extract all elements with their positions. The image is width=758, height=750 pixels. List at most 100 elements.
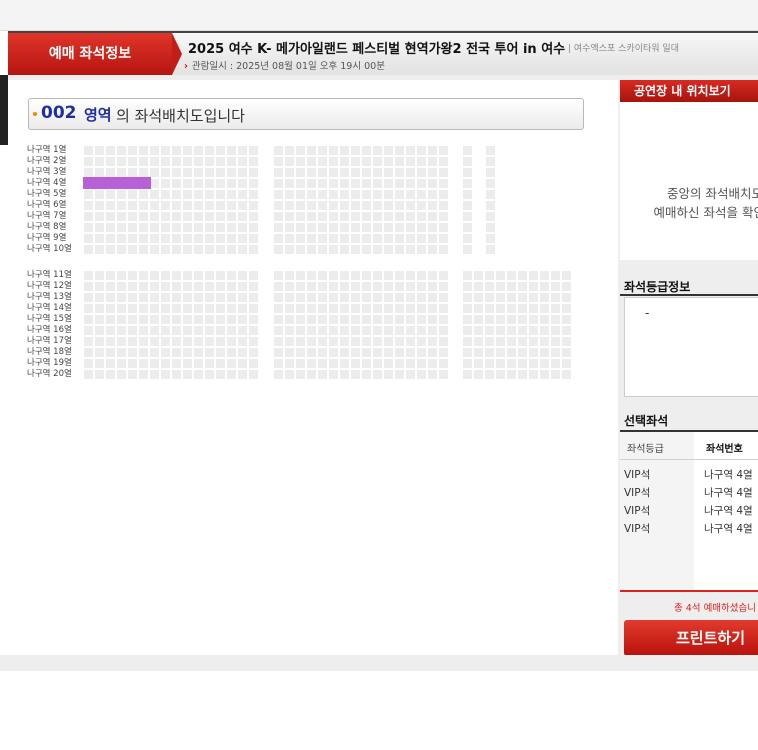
- seat[interactable]: [428, 337, 437, 346]
- seat[interactable]: [351, 315, 360, 324]
- seat[interactable]: [406, 271, 415, 280]
- seat[interactable]: [95, 190, 104, 199]
- seat[interactable]: [95, 245, 104, 254]
- seat[interactable]: [329, 234, 338, 243]
- seat[interactable]: [384, 146, 393, 155]
- seat[interactable]: [351, 348, 360, 357]
- seat[interactable]: [428, 348, 437, 357]
- seat[interactable]: [249, 370, 258, 379]
- seat[interactable]: [406, 234, 415, 243]
- seat[interactable]: [183, 315, 192, 324]
- seat[interactable]: [227, 293, 236, 302]
- seat[interactable]: [485, 348, 494, 357]
- seat[interactable]: [318, 146, 327, 155]
- seat[interactable]: [205, 245, 214, 254]
- seat[interactable]: [274, 337, 283, 346]
- seat[interactable]: [106, 337, 115, 346]
- seat[interactable]: [318, 337, 327, 346]
- seat[interactable]: [227, 304, 236, 313]
- seat[interactable]: [307, 179, 316, 188]
- seat[interactable]: [486, 212, 495, 221]
- seat[interactable]: [384, 190, 393, 199]
- seat[interactable]: [117, 326, 126, 335]
- seat[interactable]: [373, 146, 382, 155]
- seat[interactable]: [139, 282, 148, 291]
- seat[interactable]: [474, 304, 483, 313]
- seat[interactable]: [95, 168, 104, 177]
- seat[interactable]: [439, 245, 448, 254]
- seat[interactable]: [562, 315, 571, 324]
- seat[interactable]: [172, 337, 181, 346]
- seat[interactable]: [417, 223, 426, 232]
- seat[interactable]: [95, 271, 104, 280]
- seat[interactable]: [285, 293, 294, 302]
- seat[interactable]: [318, 315, 327, 324]
- seat[interactable]: [486, 179, 495, 188]
- seat[interactable]: [463, 245, 472, 254]
- seat[interactable]: [106, 157, 115, 166]
- seat[interactable]: [106, 190, 115, 199]
- seat[interactable]: [227, 234, 236, 243]
- seat[interactable]: [384, 223, 393, 232]
- seat[interactable]: [194, 234, 203, 243]
- seat[interactable]: [351, 271, 360, 280]
- seat[interactable]: [486, 190, 495, 199]
- seat[interactable]: [84, 315, 93, 324]
- seat[interactable]: [285, 359, 294, 368]
- seat[interactable]: [395, 337, 404, 346]
- seat[interactable]: [417, 190, 426, 199]
- seat[interactable]: [183, 234, 192, 243]
- seat[interactable]: [307, 157, 316, 166]
- seat[interactable]: [106, 359, 115, 368]
- seat[interactable]: [296, 370, 305, 379]
- seat[interactable]: [507, 315, 516, 324]
- seat[interactable]: [340, 234, 349, 243]
- seat[interactable]: [529, 370, 538, 379]
- seat[interactable]: [373, 245, 382, 254]
- seat[interactable]: [485, 370, 494, 379]
- seat[interactable]: [194, 190, 203, 199]
- seat[interactable]: [362, 190, 371, 199]
- seat[interactable]: [384, 359, 393, 368]
- seat[interactable]: [340, 201, 349, 210]
- seat[interactable]: [395, 359, 404, 368]
- seat[interactable]: [417, 337, 426, 346]
- seat[interactable]: [194, 359, 203, 368]
- seat[interactable]: [227, 245, 236, 254]
- seat[interactable]: [351, 223, 360, 232]
- seat[interactable]: [486, 201, 495, 210]
- seat[interactable]: [362, 293, 371, 302]
- seat[interactable]: [194, 370, 203, 379]
- seat[interactable]: [84, 337, 93, 346]
- seat[interactable]: [307, 271, 316, 280]
- seat[interactable]: [340, 157, 349, 166]
- seat[interactable]: [194, 223, 203, 232]
- seat[interactable]: [106, 348, 115, 357]
- seat[interactable]: [540, 293, 549, 302]
- seat[interactable]: [406, 304, 415, 313]
- seat[interactable]: [172, 223, 181, 232]
- seat[interactable]: [216, 223, 225, 232]
- seat[interactable]: [439, 315, 448, 324]
- seat[interactable]: [384, 212, 393, 221]
- seat[interactable]: [562, 271, 571, 280]
- seat[interactable]: [249, 223, 258, 232]
- seat[interactable]: [296, 223, 305, 232]
- seat[interactable]: [161, 223, 170, 232]
- seat[interactable]: [373, 271, 382, 280]
- seat[interactable]: [128, 190, 137, 199]
- seat[interactable]: [172, 146, 181, 155]
- seat[interactable]: [384, 304, 393, 313]
- seat[interactable]: [307, 315, 316, 324]
- seat[interactable]: [329, 146, 338, 155]
- seat[interactable]: [205, 157, 214, 166]
- seat[interactable]: [307, 293, 316, 302]
- seat[interactable]: [95, 304, 104, 313]
- seat[interactable]: [150, 190, 159, 199]
- seat[interactable]: [161, 245, 170, 254]
- seat[interactable]: [117, 201, 126, 210]
- seat[interactable]: [238, 168, 247, 177]
- seat[interactable]: [395, 293, 404, 302]
- seat[interactable]: [395, 245, 404, 254]
- seat[interactable]: [474, 282, 483, 291]
